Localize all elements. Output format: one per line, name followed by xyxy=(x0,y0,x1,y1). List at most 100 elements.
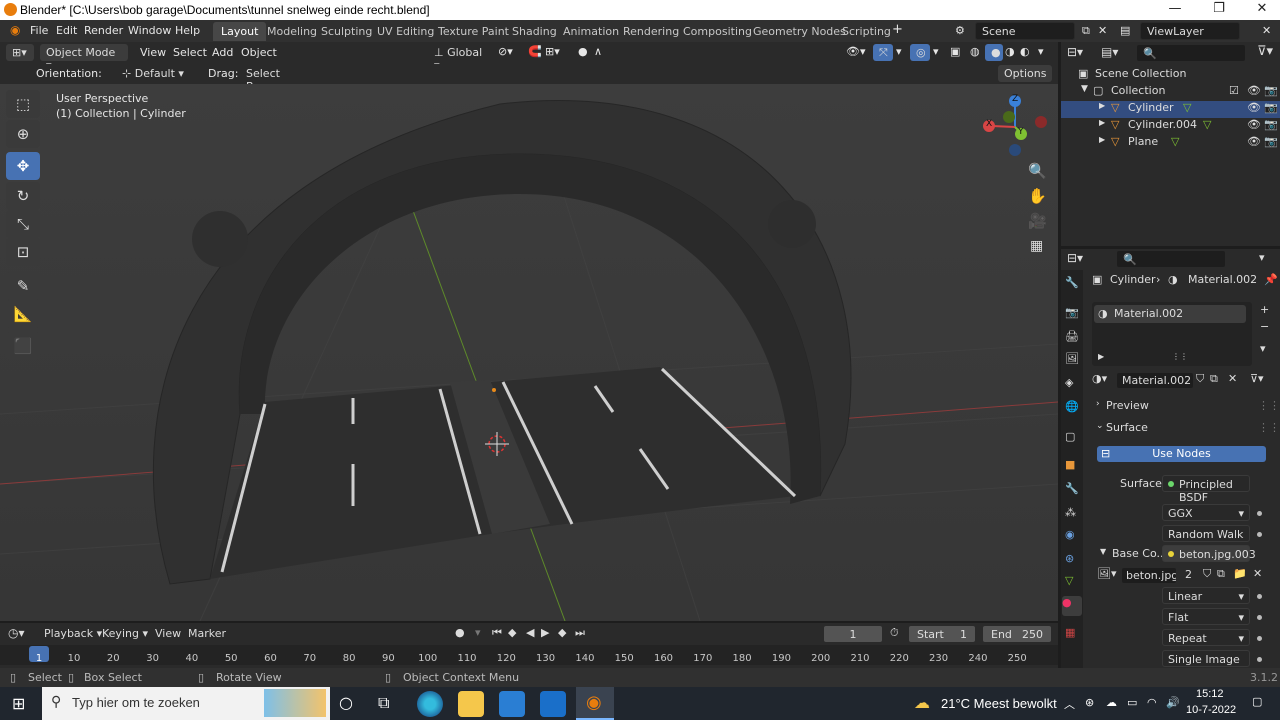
interpolation-dropdown[interactable]: Linear ▾ xyxy=(1162,587,1250,604)
tool-tab-icon[interactable]: 🔧 xyxy=(1065,276,1079,289)
transform-orientation-dropdown[interactable]: ⊥ Global ▾ xyxy=(428,44,490,72)
keyframe-dot-icon[interactable] xyxy=(1257,532,1262,537)
options-dropdown[interactable]: Options ▾ xyxy=(998,65,1052,93)
material-tab-icon[interactable]: ● xyxy=(1062,596,1082,616)
measure-tool-icon[interactable]: 📐 xyxy=(6,300,40,328)
preview-range-icon[interactable]: ⏱ xyxy=(890,626,899,640)
pin-icon[interactable]: 📌 xyxy=(1264,273,1278,286)
properties-editor-icon[interactable]: ⊟▾ xyxy=(1067,251,1083,265)
keyframe-dot-icon[interactable] xyxy=(1257,657,1262,662)
store-icon[interactable] xyxy=(499,691,525,717)
expand-arrow-icon[interactable]: ▶ xyxy=(1099,101,1105,110)
scale-tool-icon[interactable]: ⤡ xyxy=(6,210,40,238)
weather-text[interactable]: 21°C Meest bewolkt xyxy=(941,696,1057,711)
prev-keyframe-icon[interactable]: ◆ xyxy=(508,626,516,639)
use-nodes-button[interactable]: ⊟ Use Nodes xyxy=(1097,446,1266,462)
duplicate-image-icon[interactable]: ⧉ xyxy=(1217,567,1225,581)
outliner-display-mode-icon[interactable]: ▤▾ xyxy=(1101,45,1118,59)
particles-tab-icon[interactable]: ⁂ xyxy=(1065,506,1076,519)
base-color-link-field[interactable]: beton.jpg.003 xyxy=(1162,545,1256,562)
close-icon[interactable]: ✕ xyxy=(1247,1,1277,16)
outliner-item-plane[interactable]: ▶ ▽ Plane ▽ 👁 📷 xyxy=(1061,135,1280,152)
unlink-image-icon[interactable]: ✕ xyxy=(1253,567,1262,580)
view-layer-tab-icon[interactable]: 🖼 xyxy=(1065,352,1079,365)
slot-menu-icon[interactable]: ▾ xyxy=(1260,342,1266,355)
browse-image-icon[interactable]: 🖼▾ xyxy=(1097,567,1117,580)
visibility-eye-icon[interactable]: 👁 xyxy=(1247,135,1261,148)
3d-viewport[interactable]: User Perspective (1) Collection | Cylind… xyxy=(0,84,1058,621)
material-shading-icon[interactable]: ◑ xyxy=(1005,45,1015,58)
output-tab-icon[interactable]: 🖨 xyxy=(1065,330,1079,343)
camera-icon[interactable]: 🎥 xyxy=(1028,212,1047,230)
playback-menu[interactable]: Playback ▾ xyxy=(44,627,102,640)
jump-end-icon[interactable]: ⏭ xyxy=(575,626,585,640)
menu-edit[interactable]: Edit xyxy=(56,24,77,37)
cortana-icon[interactable]: ○ xyxy=(339,693,353,712)
visibility-eye-icon[interactable]: 👁 xyxy=(1247,84,1261,97)
unlink-material-icon[interactable]: ✕ xyxy=(1228,372,1237,385)
source-dropdown[interactable]: Single Image▾ xyxy=(1162,650,1250,679)
add-cube-tool-icon[interactable]: ⬛ xyxy=(6,332,40,360)
modifier-tab-icon[interactable]: 🔧 xyxy=(1065,482,1079,495)
timeline-view-menu[interactable]: View xyxy=(155,627,181,640)
surface-panel-header[interactable]: ⌄ Surface ⋮⋮ xyxy=(1092,421,1280,438)
distribution-dropdown[interactable]: GGX ▾ xyxy=(1162,504,1250,521)
start-frame-field[interactable]: Start 1 xyxy=(908,625,976,643)
menu-select[interactable]: Select xyxy=(173,46,207,59)
overlay-toggle-icon[interactable]: ◎ xyxy=(910,44,930,61)
pan-hand-icon[interactable]: ✋ xyxy=(1028,187,1047,205)
view-layer-field[interactable]: ViewLayer xyxy=(1140,22,1240,40)
material-slot-item[interactable]: ◑ Material.002 xyxy=(1094,305,1246,323)
duplicate-material-icon[interactable]: ⧉ xyxy=(1210,372,1218,386)
play-icon[interactable]: ▶ xyxy=(541,626,549,639)
projection-dropdown[interactable]: Flat ▾ xyxy=(1162,608,1250,625)
next-keyframe-icon[interactable]: ◆ xyxy=(558,626,566,639)
volume-icon[interactable]: 🔊 xyxy=(1166,696,1180,709)
navigation-gizmo[interactable]: Z X Y xyxy=(980,92,1050,162)
properties-options-icon[interactable]: ▾ xyxy=(1259,251,1265,264)
zoom-icon[interactable]: 🔍 xyxy=(1028,162,1047,180)
link-mode-icon[interactable]: ⊽▾ xyxy=(1250,372,1264,385)
copy-scene-icon[interactable]: ⧉ xyxy=(1082,24,1090,38)
tab-scripting[interactable]: Scripting xyxy=(834,22,899,41)
world-tab-icon[interactable]: 🌐 xyxy=(1065,400,1079,413)
keyframe-dot-icon[interactable] xyxy=(1257,594,1262,599)
snap-target-icon[interactable]: ⊞▾ xyxy=(545,45,560,58)
tray-chevron-icon[interactable]: ︿ xyxy=(1064,696,1075,712)
gizmo-toggle-icon[interactable]: ⤧ xyxy=(873,44,893,61)
play-reverse-icon[interactable]: ◀ xyxy=(526,626,534,639)
current-frame-field[interactable]: 1 xyxy=(823,625,883,643)
scene-field[interactable]: Scene xyxy=(975,22,1075,40)
gizmo-dropdown-icon[interactable]: ▾ xyxy=(896,45,902,58)
outliner-search-input[interactable]: 🔍 xyxy=(1136,44,1246,62)
cursor-tool-icon[interactable]: ⊕ xyxy=(6,120,40,148)
preview-panel-header[interactable]: › Preview ⋮⋮ xyxy=(1092,399,1280,416)
expand-arrow-icon[interactable]: ▼ xyxy=(1100,547,1106,556)
proportional-edit-icon[interactable]: ● xyxy=(578,45,588,58)
extension-dropdown[interactable]: Repeat ▾ xyxy=(1162,629,1250,646)
marker-menu[interactable]: Marker xyxy=(188,627,226,640)
render-camera-icon[interactable]: 📷 xyxy=(1264,135,1278,148)
clock-time[interactable]: 15:12 xyxy=(1196,688,1224,700)
rotate-tool-icon[interactable]: ↻ xyxy=(6,182,40,210)
object-tab-icon[interactable]: ■ xyxy=(1065,458,1075,471)
menu-file[interactable]: File xyxy=(30,24,48,37)
falloff-icon[interactable]: ∧ xyxy=(594,45,602,58)
expand-arrow-icon[interactable]: ▶ xyxy=(1098,352,1104,361)
data-tab-icon[interactable]: ▽ xyxy=(1065,574,1073,587)
keyframe-dot-icon[interactable] xyxy=(1257,615,1262,620)
open-image-folder-icon[interactable]: 📁 xyxy=(1233,567,1247,580)
clock-date[interactable]: 10-7-2022 xyxy=(1186,704,1236,716)
blender-menu-icon[interactable]: ◉ xyxy=(10,23,20,37)
filter-icon[interactable]: ⊽▾ xyxy=(1257,44,1273,59)
add-workspace-icon[interactable]: + xyxy=(892,22,903,37)
keying-menu[interactable]: Keying ▾ xyxy=(102,627,148,640)
delete-scene-icon[interactable]: ✕ xyxy=(1098,24,1107,37)
fake-user-icon[interactable]: ⛉ xyxy=(1196,372,1204,386)
menu-object[interactable]: Object xyxy=(241,46,277,59)
browse-material-icon[interactable]: ◑▾ xyxy=(1092,372,1107,385)
material-slot-list[interactable]: ◑ Material.002 ▶ ⋮⋮ xyxy=(1092,302,1252,366)
tray-cloud-icon[interactable]: ☁ xyxy=(1106,696,1117,709)
render-camera-icon[interactable]: 📷 xyxy=(1264,101,1278,114)
delete-view-layer-icon[interactable]: ✕ xyxy=(1262,24,1271,37)
